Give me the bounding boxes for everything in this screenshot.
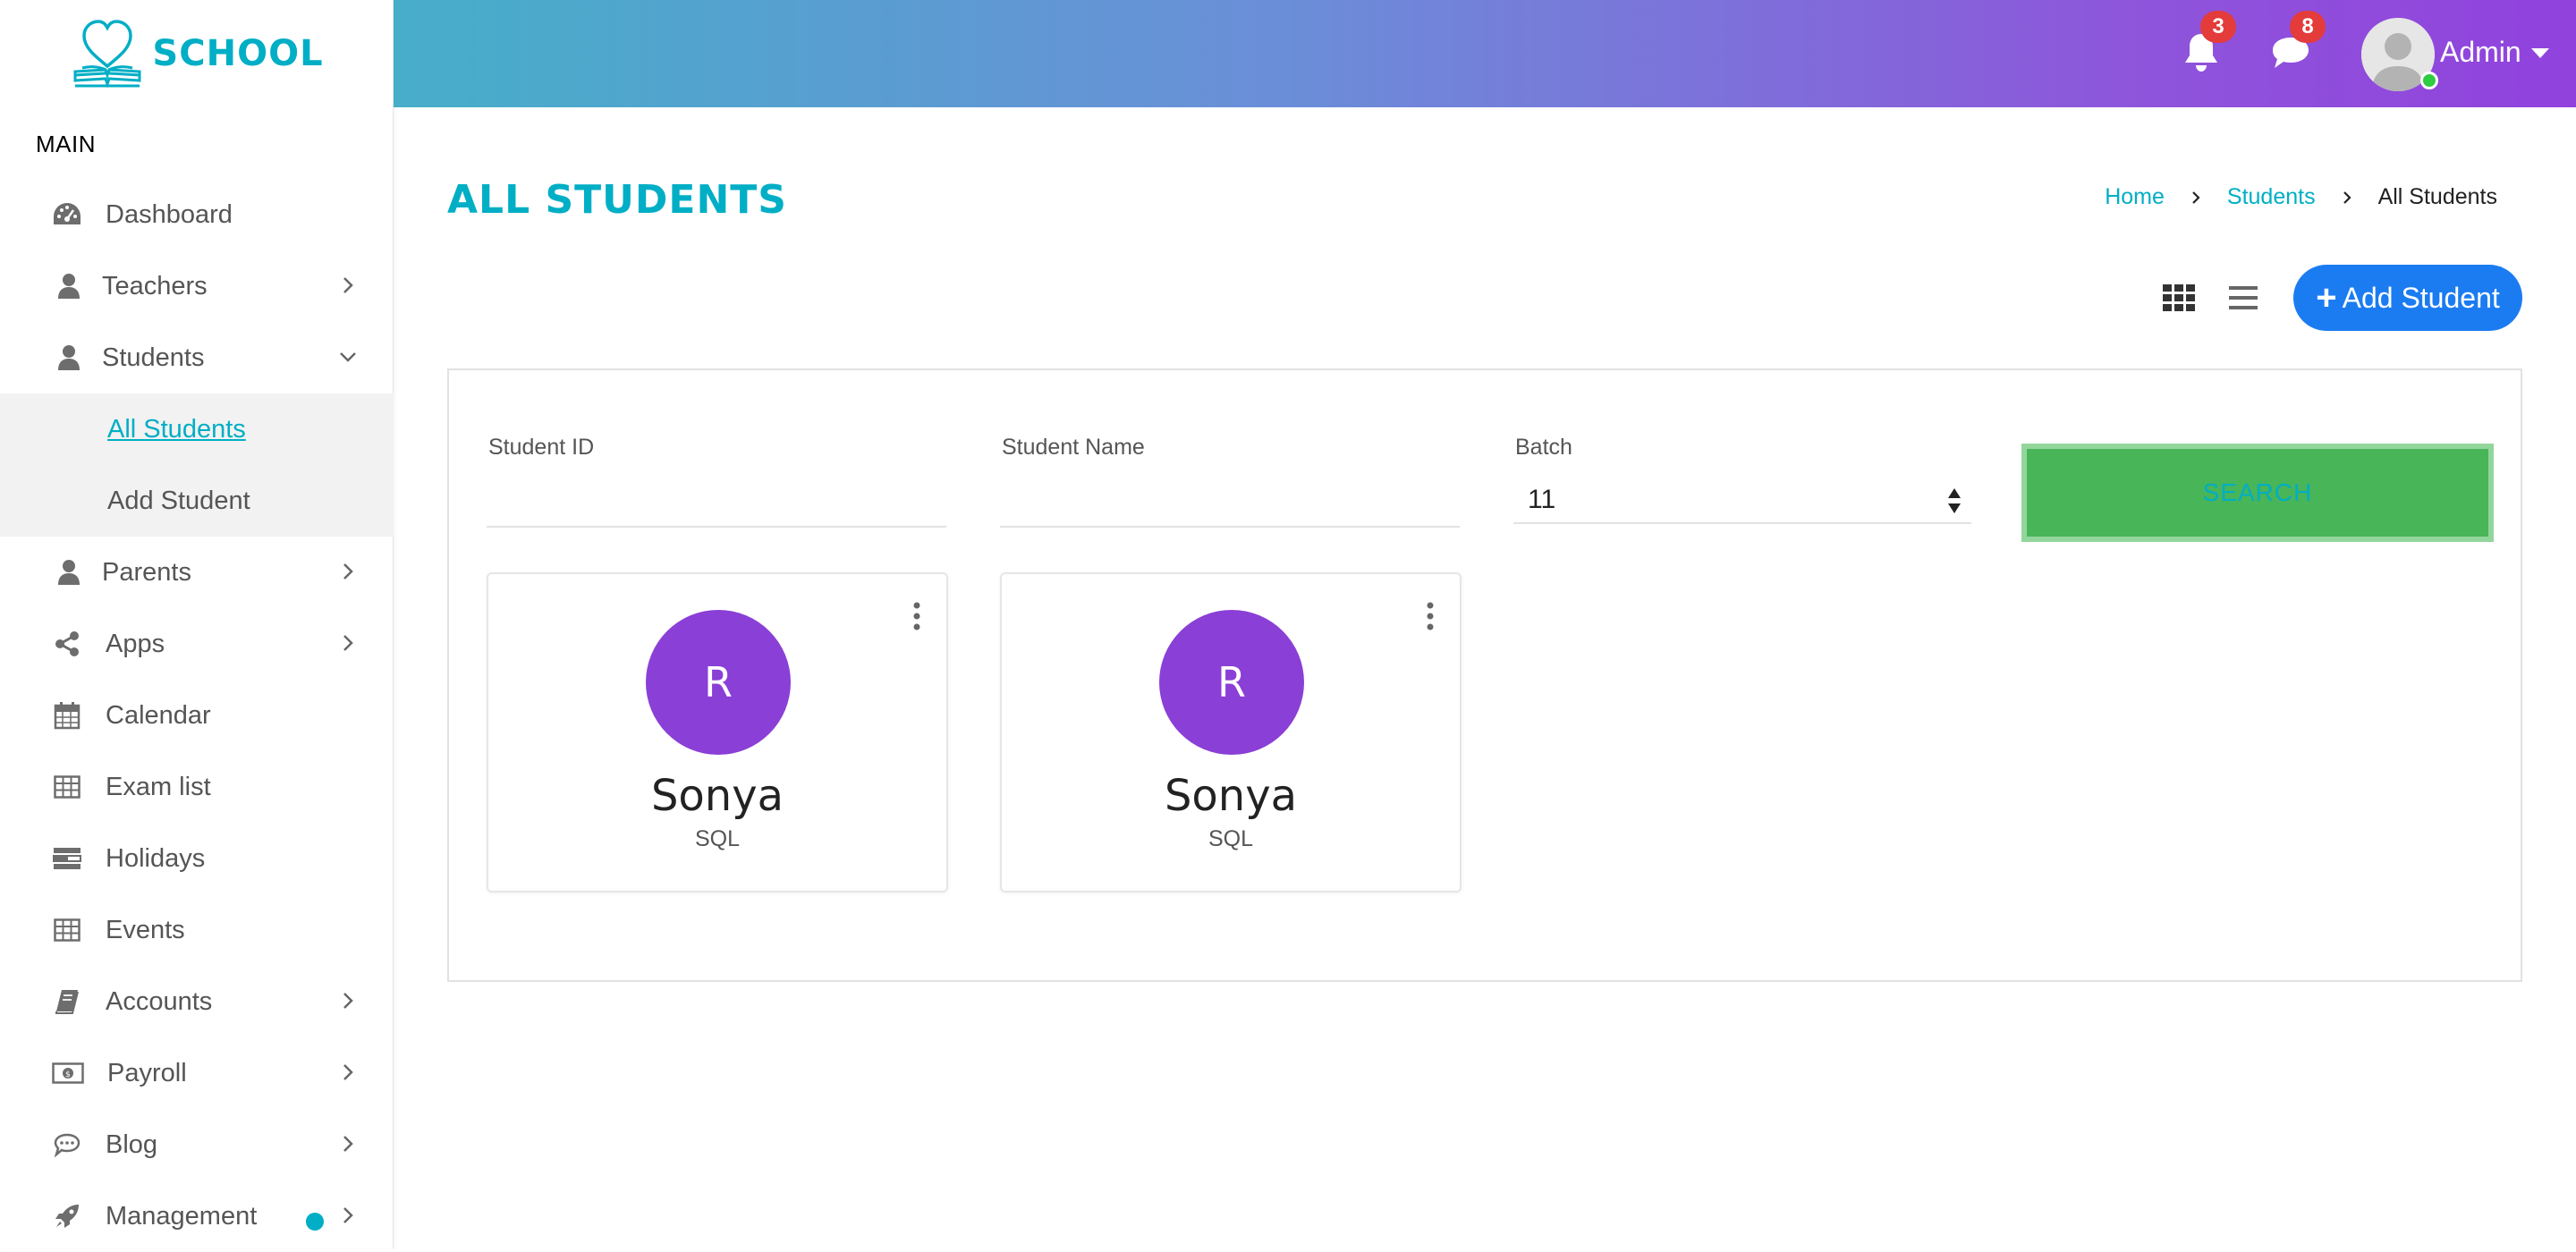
chat-icon — [52, 1129, 82, 1160]
top-header: 3 8 Admin — [394, 0, 2576, 107]
student-card[interactable]: R Sonya SQL — [1000, 572, 1462, 892]
student-name[interactable]: Sonya — [488, 771, 946, 821]
chevron-right-icon — [2343, 190, 2351, 204]
sidebar-item-label: Calendar — [106, 700, 211, 730]
student-name-label: Student Name — [1002, 435, 1145, 460]
sidebar-item-label: Apps — [106, 629, 165, 658]
sidebar-item-label: Payroll — [107, 1058, 187, 1087]
sidebar-item-label: Dashboard — [106, 199, 233, 229]
sidebar-item-blog[interactable]: Blog — [0, 1109, 394, 1180]
student-avatar: R — [646, 610, 791, 755]
sidebar-item-students[interactable]: Students — [0, 322, 394, 393]
chevron-right-icon — [343, 1207, 353, 1223]
chevron-right-icon — [2192, 190, 2200, 204]
student-id-label: Student ID — [488, 435, 595, 460]
sidebar-item-teachers[interactable]: Teachers — [0, 250, 394, 322]
brand-name: SCHOOL — [152, 33, 324, 74]
sidebar-menu: Dashboard Teachers Students All Students… — [0, 179, 394, 1252]
school-logo-icon — [73, 20, 141, 89]
breadcrumb-current: All Students — [2377, 184, 2497, 209]
sidebar-item-holidays[interactable]: Holidays — [0, 823, 394, 894]
sidebar-item-calendar[interactable]: Calendar — [0, 680, 394, 751]
chevron-right-icon — [343, 563, 353, 579]
add-student-button-label: Add Student — [2342, 281, 2500, 314]
online-status-dot — [2420, 72, 2438, 89]
students-panel: Student ID Student Name Batch 11 SEARCH … — [447, 368, 2522, 982]
user-name[interactable]: Admin — [2440, 36, 2521, 69]
grid-view-icon[interactable] — [2161, 281, 2197, 315]
submenu-item-add-student[interactable]: Add Student — [0, 465, 394, 537]
dashboard-icon — [52, 199, 82, 230]
breadcrumb-home[interactable]: Home — [2105, 184, 2165, 210]
more-options-icon[interactable] — [911, 601, 923, 631]
search-button[interactable]: SEARCH — [2021, 444, 2494, 542]
notifications-badge: 3 — [2200, 11, 2236, 43]
sidebar-item-accounts[interactable]: Accounts — [0, 966, 394, 1037]
sidebar-item-label: Exam list — [106, 772, 211, 801]
sidebar-item-payroll[interactable]: $ Payroll — [0, 1037, 394, 1109]
sidebar-item-events[interactable]: Events — [0, 894, 394, 966]
share-icon — [52, 629, 82, 659]
student-id-input[interactable] — [487, 476, 946, 528]
sidebar-item-dashboard[interactable]: Dashboard — [0, 179, 394, 250]
sidebar-item-label: Students — [102, 343, 205, 372]
holidays-icon — [52, 843, 82, 874]
sidebar-item-label: Accounts — [106, 986, 213, 1016]
caret-down-icon[interactable] — [2531, 48, 2549, 58]
section-label-main: MAIN — [36, 131, 96, 157]
table-icon — [52, 772, 82, 802]
student-subject: SQL — [1208, 826, 1254, 851]
user-icon — [54, 271, 84, 301]
svg-text:$: $ — [65, 1070, 71, 1079]
student-subject: SQL — [694, 826, 741, 851]
chevron-right-icon — [343, 277, 353, 293]
submenu-item-all-students[interactable]: All Students — [0, 393, 394, 465]
student-name[interactable]: Sonya — [1002, 771, 1460, 821]
logo[interactable]: SCHOOL — [0, 0, 394, 107]
chevron-right-icon — [343, 635, 353, 651]
messages-badge: 8 — [2290, 11, 2326, 43]
sidebar-item-parents[interactable]: Parents — [0, 537, 394, 608]
calendar-icon — [52, 700, 82, 731]
user-icon — [54, 557, 84, 588]
list-view-icon[interactable] — [2225, 281, 2261, 315]
chevron-down-icon — [340, 352, 356, 362]
breadcrumb-students[interactable]: Students — [2227, 184, 2316, 210]
batch-select-value: 11 — [1528, 485, 1556, 514]
batch-select[interactable]: 11 — [1513, 474, 1971, 524]
chevron-right-icon — [343, 1064, 353, 1080]
sidebar: SCHOOL MAIN Dashboard Teachers Students … — [0, 0, 394, 1248]
sidebar-item-exam-list[interactable]: Exam list — [0, 751, 394, 823]
book-icon — [52, 986, 82, 1017]
sidebar-item-label: Teachers — [102, 271, 208, 300]
status-dot — [306, 1213, 324, 1231]
select-arrows-icon — [1948, 488, 1961, 513]
batch-label: Batch — [1515, 435, 1572, 460]
sidebar-item-label: Events — [106, 915, 185, 944]
sidebar-item-apps[interactable]: Apps — [0, 608, 394, 680]
rocket-icon — [52, 1201, 82, 1231]
table-icon — [52, 915, 82, 945]
chevron-right-icon — [343, 993, 353, 1009]
user-icon — [54, 343, 84, 373]
more-options-icon[interactable] — [1424, 601, 1436, 631]
sidebar-item-label: Management — [106, 1201, 258, 1231]
page-title: ALL STUDENTS — [447, 177, 787, 223]
student-avatar: R — [1159, 610, 1304, 755]
student-name-input[interactable] — [1000, 476, 1460, 528]
chevron-right-icon — [343, 1136, 353, 1152]
sidebar-item-label: Holidays — [106, 843, 206, 873]
sidebar-item-management[interactable]: Management — [0, 1180, 394, 1252]
sidebar-item-label: Parents — [102, 557, 191, 587]
student-card[interactable]: R Sonya SQL — [487, 572, 948, 892]
add-student-button[interactable]: + Add Student — [2293, 265, 2522, 331]
breadcrumb: Home Students All Students — [2105, 184, 2497, 210]
money-icon: $ — [52, 1058, 84, 1088]
students-submenu: All Students Add Student — [0, 393, 394, 537]
sidebar-item-label: Blog — [106, 1129, 158, 1159]
plus-icon: + — [2316, 277, 2337, 317]
